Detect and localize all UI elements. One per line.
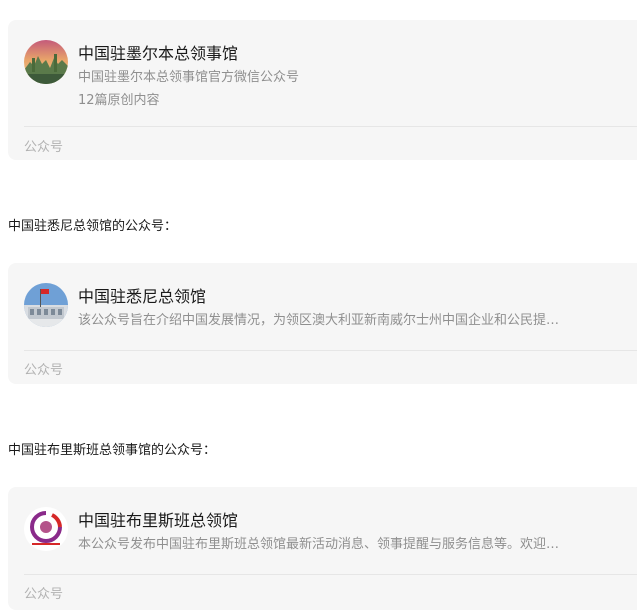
card-footer-label: 公众号: [24, 363, 64, 378]
account-name[interactable]: 中国驻墨尔本总领事馆: [78, 40, 238, 64]
account-card-brisbane[interactable]: 中国驻布里斯班总领馆 本公众号发布中国驻布里斯班总领馆最新活动消息、领事提醒与服…: [8, 487, 637, 610]
intro-text-sydney: 中国驻悉尼总领馆的公众号：: [8, 219, 178, 234]
consulate-building-avatar-icon: [24, 283, 68, 327]
card-divider: [24, 574, 637, 575]
intro-text-brisbane: 中国驻布里斯班总领事馆的公众号：: [8, 443, 217, 458]
card-divider: [24, 350, 637, 351]
card-divider: [24, 126, 637, 127]
account-description: 中国驻墨尔本总领事馆官方微信公众号: [78, 70, 300, 85]
account-name[interactable]: 中国驻布里斯班总领馆: [78, 507, 238, 531]
landscape-avatar-icon: [24, 40, 68, 84]
page: 中国驻墨尔本总领事馆 中国驻墨尔本总领事馆官方微信公众号 12篇原创内容 公众号…: [0, 0, 637, 610]
account-card-sydney[interactable]: 中国驻悉尼总领馆 该公众号旨在介绍中国发展情况，为领区澳大利亚新南威尔士州中国企…: [8, 263, 637, 384]
card-footer-label: 公众号: [24, 140, 64, 155]
card-footer-label: 公众号: [24, 587, 64, 602]
account-name[interactable]: 中国驻悉尼总领馆: [78, 283, 206, 307]
original-count: 12篇原创内容: [78, 93, 160, 108]
emblem-logo-avatar-icon: [24, 507, 68, 551]
account-description: 本公众号发布中国驻布里斯班总领馆最新活动消息、领事提醒与服务信息等。欢迎…: [78, 537, 560, 552]
account-card-melbourne[interactable]: 中国驻墨尔本总领事馆 中国驻墨尔本总领事馆官方微信公众号 12篇原创内容 公众号: [8, 20, 637, 160]
account-description: 该公众号旨在介绍中国发展情况，为领区澳大利亚新南威尔士州中国企业和公民提…: [78, 313, 560, 328]
